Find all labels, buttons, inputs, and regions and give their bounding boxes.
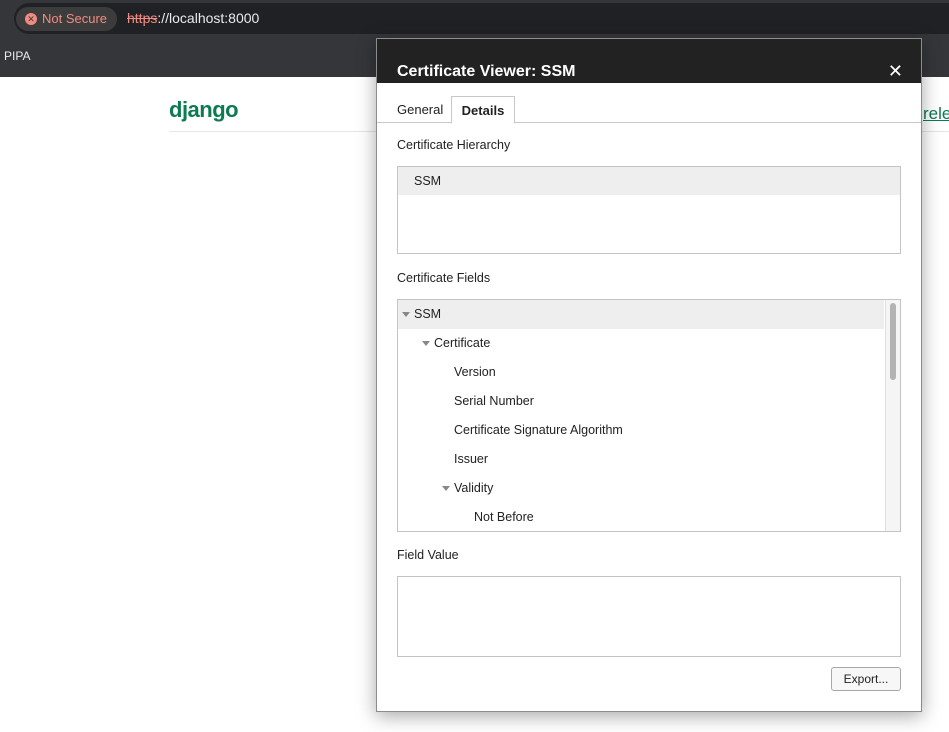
page-link[interactable]: rele — [923, 104, 949, 124]
fields-label: Certificate Fields — [397, 271, 491, 285]
certificate-viewer-dialog: Certificate Viewer: SSM ✕ General Detail… — [376, 38, 922, 712]
expand-triangle-icon[interactable] — [442, 486, 450, 491]
hierarchy-label: Certificate Hierarchy — [397, 138, 511, 152]
scrollbar-thumb[interactable] — [890, 303, 896, 380]
warning-x-icon: ✕ — [25, 13, 37, 25]
certificate-fields-tree[interactable]: SSM Certificate Version Serial Number Ce… — [397, 299, 901, 532]
expand-triangle-icon[interactable] — [402, 312, 410, 317]
security-chip[interactable]: ✕ Not Secure — [16, 7, 118, 31]
certificate-hierarchy-list[interactable]: SSM — [397, 166, 901, 254]
tab-general[interactable]: General — [397, 96, 443, 122]
tree-item-version[interactable]: Version — [398, 358, 884, 387]
field-value-label: Field Value — [397, 548, 459, 562]
export-button[interactable]: Export... — [831, 667, 901, 691]
url-host: ://localhost:8000 — [157, 10, 260, 26]
url-scheme: https — [127, 10, 158, 26]
tree-item-serial-number[interactable]: Serial Number — [398, 387, 884, 416]
hierarchy-item[interactable]: SSM — [398, 167, 900, 195]
tree-item-ssm[interactable]: SSM — [398, 300, 884, 329]
tree-item-not-before[interactable]: Not Before — [398, 503, 884, 531]
security-chip-label: Not Secure — [42, 11, 108, 26]
address-bar-url[interactable]: https://localhost:8000 — [127, 10, 259, 26]
bookmark-item[interactable]: PIPA — [4, 49, 30, 63]
expand-triangle-icon[interactable] — [422, 341, 430, 346]
tree-item-issuer[interactable]: Issuer — [398, 445, 884, 474]
dialog-title: Certificate Viewer: SSM — [397, 63, 576, 80]
django-logo: django — [169, 97, 239, 122]
tree-item-certificate[interactable]: Certificate — [398, 329, 884, 358]
tab-details[interactable]: Details — [451, 96, 515, 124]
field-value-box[interactable] — [397, 576, 901, 657]
tree-item-validity[interactable]: Validity — [398, 474, 884, 503]
dialog-header: Certificate Viewer: SSM ✕ — [377, 39, 921, 83]
tab-bar: General Details — [377, 96, 921, 124]
tree-item-signature-algorithm[interactable]: Certificate Signature Algorithm — [398, 416, 884, 445]
close-icon[interactable]: ✕ — [888, 61, 903, 82]
browser-toolbar: ✕ Not Secure https://localhost:8000 — [0, 0, 949, 36]
fields-scrollbar[interactable] — [885, 300, 900, 531]
